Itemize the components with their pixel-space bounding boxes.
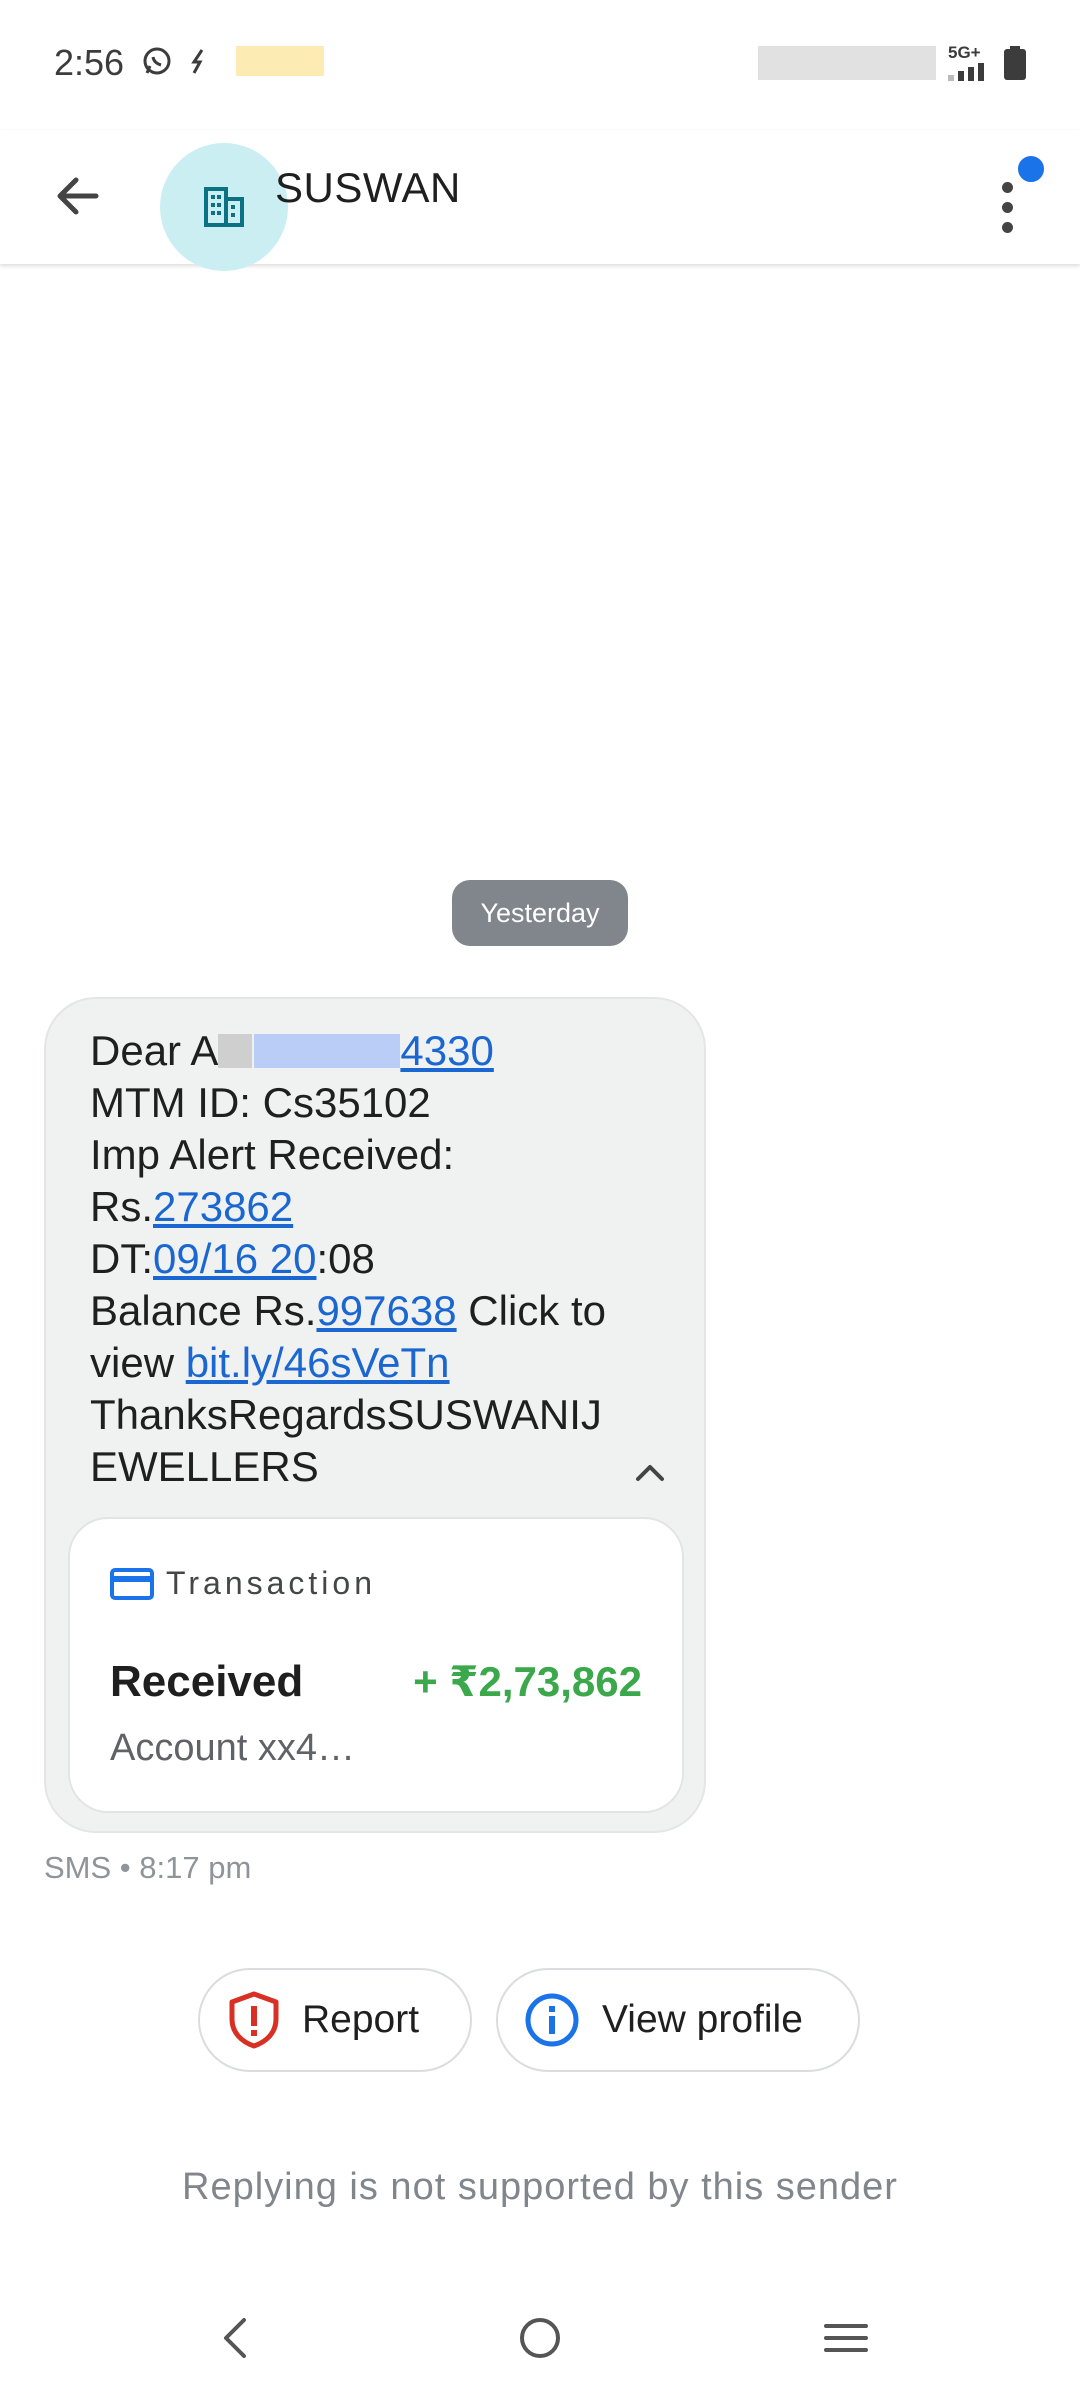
notification-badge (1014, 152, 1048, 186)
signal-icon (948, 63, 984, 81)
amount-link[interactable]: 273862 (153, 1183, 293, 1230)
card-title: Transaction (166, 1565, 376, 1601)
more-options-button[interactable] (970, 152, 1050, 242)
message-text: :08 (316, 1235, 375, 1282)
message-line: ThanksRegardsSUSWANIJ (90, 1391, 602, 1438)
message-meta: SMS • 8:17 pm (44, 1850, 252, 1885)
card-header: Transaction (110, 1565, 376, 1602)
date-link[interactable]: 09/16 20 (153, 1235, 317, 1282)
url-link[interactable]: bit.ly/46sVeTn (186, 1339, 450, 1386)
credit-card-icon (110, 1567, 154, 1600)
notification-icon (191, 49, 204, 74)
account-link[interactable]: 4330 (400, 1027, 493, 1074)
back-arrow-icon[interactable] (46, 164, 110, 228)
date-chip: Yesterday (452, 880, 628, 946)
business-icon (204, 187, 244, 227)
account-label: Account xx4… (110, 1727, 355, 1769)
status-time: 2:56 (54, 42, 125, 83)
shield-icon (229, 1991, 279, 2049)
battery-icon (1004, 45, 1026, 80)
transaction-amount: + ₹2,73,862 (413, 1658, 642, 1705)
transaction-card[interactable]: Transaction Received + ₹2,73,862 Account… (68, 1517, 684, 1813)
message-text: Click to (456, 1287, 606, 1334)
message-text: view (90, 1339, 186, 1386)
message-text: Rs. (90, 1183, 153, 1230)
view-profile-button[interactable]: View profile (496, 1968, 860, 2072)
message-text: Dear A (90, 1027, 219, 1074)
chevron-up-icon[interactable] (630, 1457, 670, 1487)
status-notification-icons (142, 46, 324, 76)
nav-back-icon[interactable] (206, 2308, 266, 2368)
sender-avatar[interactable] (160, 143, 288, 271)
system-nav-bar (0, 2290, 1080, 2392)
message-line: Imp Alert Received: (90, 1131, 455, 1178)
redacted-status-right (758, 45, 936, 80)
message-line: Balance Rs.997638 Click to (90, 1287, 606, 1335)
message-line: Rs.273862 (90, 1183, 293, 1231)
message-text: Balance Rs. (90, 1287, 317, 1334)
message-line: view bit.ly/46sVeTn (90, 1339, 450, 1387)
redacted-text (218, 1034, 253, 1068)
more-vert-icon (1002, 182, 1013, 193)
whatsapp-icon (143, 47, 171, 75)
message-text: DT: (90, 1235, 153, 1282)
balance-link[interactable]: 997638 (316, 1287, 456, 1334)
network-type: 5G+ (948, 43, 981, 62)
report-label: Report (302, 1998, 420, 2041)
report-button[interactable]: Report (198, 1968, 472, 2072)
message-line: Dear A 4330 (90, 1027, 494, 1075)
view-profile-label: View profile (602, 1998, 803, 2041)
message-line: MTM ID: Cs35102 (90, 1079, 431, 1126)
redacted-link (254, 1034, 401, 1068)
message-bubble[interactable]: Dear A 4330 MTM ID: Cs35102 Imp Alert Rec… (44, 997, 706, 1833)
status-system-icons: 5G+ (758, 44, 1026, 81)
nav-home-icon[interactable] (510, 2308, 570, 2368)
nav-recents-icon[interactable] (816, 2308, 876, 2368)
message-line: EWELLERS (90, 1443, 319, 1490)
message-line: DT:09/16 20:08 (90, 1235, 375, 1283)
more-vert-icon-dot (1002, 222, 1013, 233)
status-bar: 2:56 5G+ (0, 0, 1080, 130)
conversation-title: SUSWAN (275, 164, 461, 211)
info-icon (525, 1993, 579, 2047)
transaction-type: Received (110, 1657, 304, 1706)
app-bar: SUSWAN (0, 130, 1080, 271)
redacted-status (236, 46, 324, 76)
reply-not-supported-note: Replying is not supported by this sender (182, 2166, 898, 2208)
more-vert-icon-dot (1002, 202, 1013, 213)
